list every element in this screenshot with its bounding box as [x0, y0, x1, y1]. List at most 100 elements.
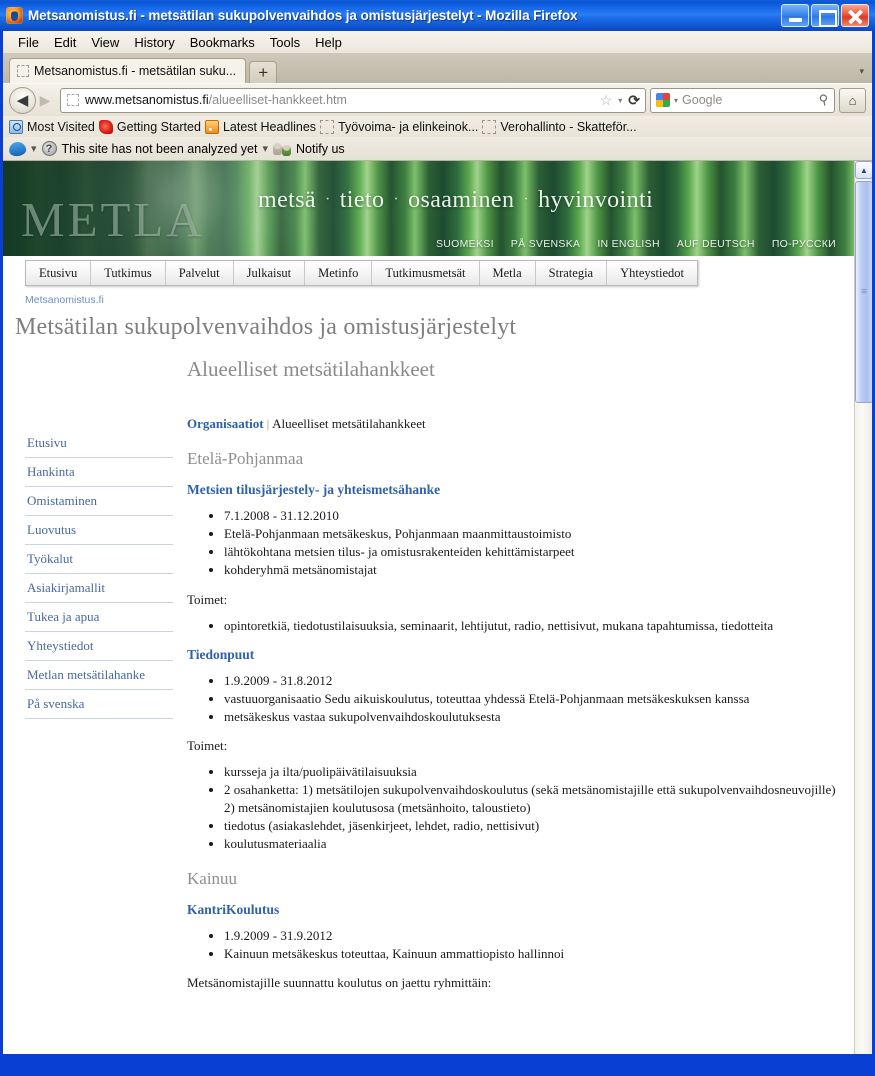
main-content: Alueelliset metsätilahankkeet Organisaat…: [173, 341, 854, 991]
search-input[interactable]: Google: [682, 93, 722, 107]
project-title-tiedonpuut[interactable]: Tiedonpuut: [187, 647, 836, 663]
site-banner: METLA metsä · tieto · osaaminen · hyvinvointi …: [3, 161, 854, 256]
notify-caret-icon[interactable]: ▾: [263, 142, 269, 155]
sidebar-item-hankinta[interactable]: Hankinta: [25, 458, 173, 487]
lang-po-russki[interactable]: ПО-РУССКИ: [772, 238, 836, 250]
list-item: lähtökohtana metsien tilus- ja omistusra…: [224, 543, 836, 560]
wot-shield-icon[interactable]: [8, 140, 27, 157]
people-icon: [273, 142, 292, 156]
new-tab-button[interactable]: +: [249, 61, 278, 83]
sidebar-item-omistaminen[interactable]: Omistaminen: [25, 487, 173, 516]
sidebar-item-luovutus[interactable]: Luovutus: [25, 516, 173, 545]
sidebar-nav: Etusivu Hankinta Omistaminen Luovutus Ty…: [3, 341, 173, 719]
menu-history[interactable]: History: [127, 33, 181, 52]
bookmarks-toolbar: Most Visited Getting Started Latest Head…: [3, 116, 872, 137]
actions-label: Metsänomistajille suunnattu koulutus on …: [187, 975, 492, 991]
browser-tab[interactable]: Metsanomistus.fi - metsätilan suku...: [9, 58, 247, 83]
project-title-kantrikoulutus[interactable]: KantriKoulutus: [187, 902, 836, 918]
search-engine-caret-icon[interactable]: ▾: [674, 96, 678, 105]
menu-edit[interactable]: Edit: [47, 33, 83, 52]
scrollbar-thumb[interactable]: [855, 181, 872, 403]
back-button[interactable]: ◀: [9, 86, 36, 114]
menu-view[interactable]: View: [84, 33, 126, 52]
bookmark-verohallinto[interactable]: Verohallinto - Skatteför...: [482, 119, 637, 134]
region-heading-kainuu: Kainuu: [187, 869, 238, 889]
nav-tab-tutkimus[interactable]: Tutkimus: [91, 261, 166, 285]
menu-help[interactable]: Help: [308, 33, 349, 52]
search-icon[interactable]: ⚲: [818, 91, 830, 108]
wot-caret-icon[interactable]: ▾: [31, 142, 37, 155]
scroll-up-button[interactable]: ▲: [855, 161, 872, 179]
home-button[interactable]: ⌂: [839, 87, 866, 113]
getting-started-icon: [98, 119, 113, 134]
breadcrumb: Organisaatiot | Alueelliset metsätilahankk…: [187, 416, 836, 432]
sidebar-item-pa-svenska[interactable]: På svenska: [25, 690, 173, 719]
lang-pa-svenska[interactable]: PÅ SVENSKA: [511, 238, 581, 250]
sidebar-item-asiakirjamallit[interactable]: Asiakirjamallit: [25, 574, 173, 603]
sidebar-item-etusivu[interactable]: Etusivu: [25, 429, 173, 458]
sidebar-item-metlan-metsatilahanke[interactable]: Metlan metsätilahanke: [25, 661, 173, 690]
sidebar-item-tukea-ja-apua[interactable]: Tukea ja apua: [25, 603, 173, 632]
bookmark-star-icon[interactable]: ☆: [600, 92, 613, 109]
project-actions-list: kursseja ja ilta/puolipäivätilaisuuksia …: [187, 763, 836, 852]
bookmark-caret-icon[interactable]: ▾: [618, 96, 622, 105]
site-identity-icon: [67, 94, 79, 106]
menu-file[interactable]: File: [11, 33, 46, 52]
site-breadcrumb[interactable]: Metsanomistus.fi: [3, 292, 854, 306]
close-button[interactable]: [841, 4, 869, 27]
nav-tab-metinfo[interactable]: Metinfo: [305, 261, 373, 285]
page-scrollbar[interactable]: ▲: [854, 161, 872, 1054]
breadcrumb-current: Alueelliset metsätilahankkeet: [272, 416, 426, 431]
tab-title: Metsanomistus.fi - metsätilan suku...: [34, 64, 237, 78]
sidebar-item-tyokalut[interactable]: Työkalut: [25, 545, 173, 574]
main-navigation-wrap: Etusivu Tutkimus Palvelut Julkaisut Meti…: [3, 256, 854, 292]
region-heading-etela-pohjanmaa: Etelä-Pohjanmaa: [187, 449, 304, 468]
actions-label: Toimet:: [187, 738, 228, 754]
nav-tab-metla[interactable]: Metla: [480, 261, 536, 285]
nav-tab-tutkimusmetsat[interactable]: Tutkimusmetsät: [372, 261, 480, 285]
maximize-button[interactable]: [811, 4, 839, 27]
tab-strip: Metsanomistus.fi - metsätilan suku... + …: [3, 53, 872, 83]
project-title-metsien-tilusjarjestely[interactable]: Metsien tilusjärjestely- ja yhteismetsäh…: [187, 482, 836, 498]
metla-logo[interactable]: METLA: [21, 195, 205, 244]
project-facts-list: 1.9.2009 - 31.9.2012 Kainuun metsäkeskus…: [187, 927, 836, 962]
bookmark-tyovoima[interactable]: Työvoima- ja elinkeinok...: [320, 119, 478, 134]
nav-tab-strategia[interactable]: Strategia: [536, 261, 608, 285]
list-item: tiedotus (asiakaslehdet, jäsenkirjeet, l…: [224, 817, 836, 834]
nav-tab-julkaisut[interactable]: Julkaisut: [234, 261, 306, 285]
bookmark-getting-started[interactable]: Getting Started: [98, 119, 201, 134]
firefox-icon: [6, 7, 23, 24]
slogan-word-3: osaaminen: [408, 187, 515, 213]
bookmark-most-visited[interactable]: Most Visited: [9, 119, 95, 134]
wot-status-text: This site has not been analyzed yet: [61, 141, 258, 156]
list-item: koulutusmateriaalia: [224, 835, 836, 852]
lang-suomeksi[interactable]: SUOMEKSI: [436, 238, 494, 250]
forward-button[interactable]: ▶: [34, 89, 56, 111]
nav-tab-palvelut[interactable]: Palvelut: [166, 261, 234, 285]
tab-list-caret-icon[interactable]: ▾: [859, 66, 864, 77]
nav-tab-yhteystiedot[interactable]: Yhteystiedot: [607, 261, 697, 285]
url-text: www.metsanomistus.fi/alueelliset-hankkee…: [85, 93, 594, 107]
search-bar[interactable]: ▾ Google ⚲: [650, 87, 835, 113]
slogan-dot-icon: ·: [324, 191, 331, 208]
most-visited-icon: [9, 119, 23, 134]
actions-label: Toimet:: [187, 591, 228, 607]
address-bar[interactable]: www.metsanomistus.fi/alueelliset-hankkee…: [60, 87, 646, 113]
lang-in-english[interactable]: IN ENGLISH: [597, 238, 660, 250]
list-item: opintoretkiä, tiedotustilaisuuksia, semi…: [224, 617, 836, 634]
sidebar-item-yhteystiedot[interactable]: Yhteystiedot: [25, 632, 173, 661]
nav-tab-etusivu[interactable]: Etusivu: [26, 261, 92, 285]
breadcrumb-separator: |: [266, 416, 270, 431]
window-title: Metsanomistus.fi - metsätilan sukupolven…: [28, 8, 578, 23]
minimize-button[interactable]: [781, 4, 809, 27]
breadcrumb-link-organisaatiot[interactable]: Organisaatiot: [187, 416, 264, 431]
url-path: /alueelliset-hankkeet.htm: [208, 93, 347, 107]
lang-auf-deutsch[interactable]: AUF DEUTSCH: [677, 238, 755, 250]
menu-tools[interactable]: Tools: [263, 33, 307, 52]
notify-us-link[interactable]: Notify us: [296, 142, 345, 156]
bookmark-label: Latest Headlines: [222, 119, 317, 134]
bookmark-latest-headlines[interactable]: Latest Headlines: [204, 119, 317, 134]
menu-bookmarks[interactable]: Bookmarks: [183, 33, 262, 52]
reload-icon[interactable]: ⟳: [628, 92, 640, 109]
navigation-toolbar: ◀ ▶ www.metsanomistus.fi/alueelliset-han…: [3, 83, 872, 116]
